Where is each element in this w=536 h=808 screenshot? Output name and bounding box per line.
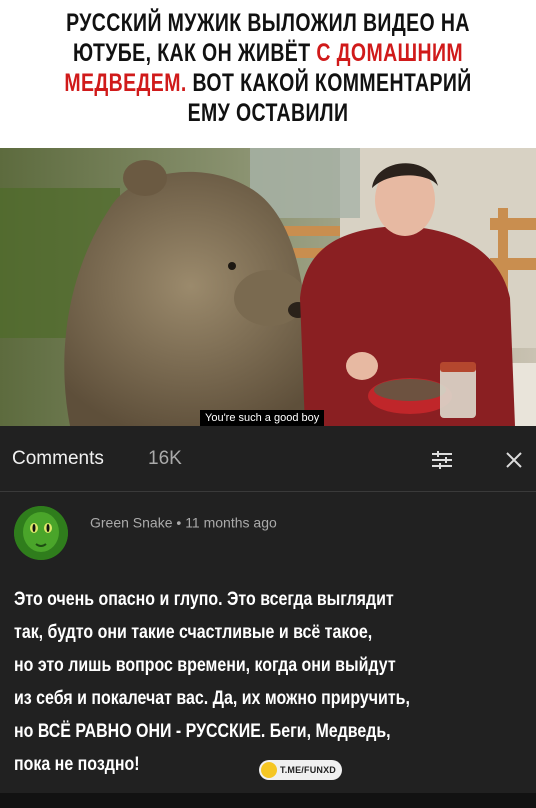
headline-text: ВОТ КАКОЙ КОММЕНТАРИЙ bbox=[186, 69, 472, 97]
headline-highlight: МЕДВЕДЕМ. bbox=[64, 69, 187, 97]
comment-line: Это очень опасно и глупо. Это всегда выг… bbox=[14, 589, 394, 610]
comment-text: Это очень опасно и глупо. Это всегда выг… bbox=[14, 583, 444, 781]
comment-author[interactable]: Green Snake bbox=[90, 514, 173, 530]
headline-line-2: ЮТУБЕ, КАК ОН ЖИВЁТ С ДОМАШНИМ bbox=[59, 38, 477, 68]
laughing-emoji-icon bbox=[261, 762, 277, 778]
watermark-text: T.ME/FUNXD bbox=[280, 765, 336, 775]
headline-text: ЮТУБЕ, КАК ОН ЖИВЁТ bbox=[72, 39, 317, 67]
headline-line-3: МЕДВЕДЕМ. ВОТ КАКОЙ КОММЕНТАРИЙ bbox=[59, 68, 477, 98]
comments-panel: Comments 16K Green Snake • 11 months ago… bbox=[0, 426, 536, 808]
video-subtitle: You're such a good boy bbox=[200, 410, 325, 426]
meta-separator: • bbox=[176, 514, 182, 531]
headline-line-1: РУССКИЙ МУЖИК ВЫЛОЖИЛ ВИДЕО НА bbox=[66, 9, 470, 37]
video-scene bbox=[0, 148, 536, 426]
comments-title: Comments bbox=[12, 448, 104, 469]
headline-highlight: С ДОМАШНИМ bbox=[316, 39, 464, 67]
comments-header: Comments 16K bbox=[0, 426, 536, 492]
watermark: T.ME/FUNXD bbox=[259, 760, 342, 780]
headline-line-4: ЕМУ ОСТАВИЛИ bbox=[187, 99, 349, 127]
jar-lid bbox=[440, 362, 476, 372]
bottom-bar bbox=[0, 793, 536, 808]
close-button[interactable] bbox=[500, 446, 528, 474]
headline: РУССКИЙ МУЖИК ВЫЛОЖИЛ ВИДЕО НА ЮТУБЕ, КА… bbox=[58, 0, 478, 148]
jar bbox=[440, 366, 476, 418]
sort-button[interactable] bbox=[428, 446, 456, 474]
comment-meta: Green Snake • 11 months ago bbox=[90, 513, 277, 530]
comment-line: но это лишь вопрос времени, когда они вы… bbox=[14, 655, 396, 676]
comments-count: 16K bbox=[148, 448, 182, 469]
close-icon bbox=[506, 452, 522, 468]
avatar[interactable] bbox=[14, 506, 68, 560]
comment-line: из себя и покалечат вас. Да, их можно пр… bbox=[14, 688, 410, 709]
comment-line: так, будто они такие счастливые и всё та… bbox=[14, 622, 373, 643]
comment-line: пока не поздно! bbox=[14, 754, 140, 775]
comment-line: но ВСЁ РАВНО ОНИ - РУССКИЕ. Беги, Медвед… bbox=[14, 721, 391, 742]
snake-avatar-icon bbox=[14, 506, 68, 560]
comment-time: 11 months ago bbox=[185, 514, 277, 531]
video-frame[interactable] bbox=[0, 148, 536, 426]
sort-icon bbox=[432, 451, 452, 469]
bowl bbox=[368, 378, 452, 414]
